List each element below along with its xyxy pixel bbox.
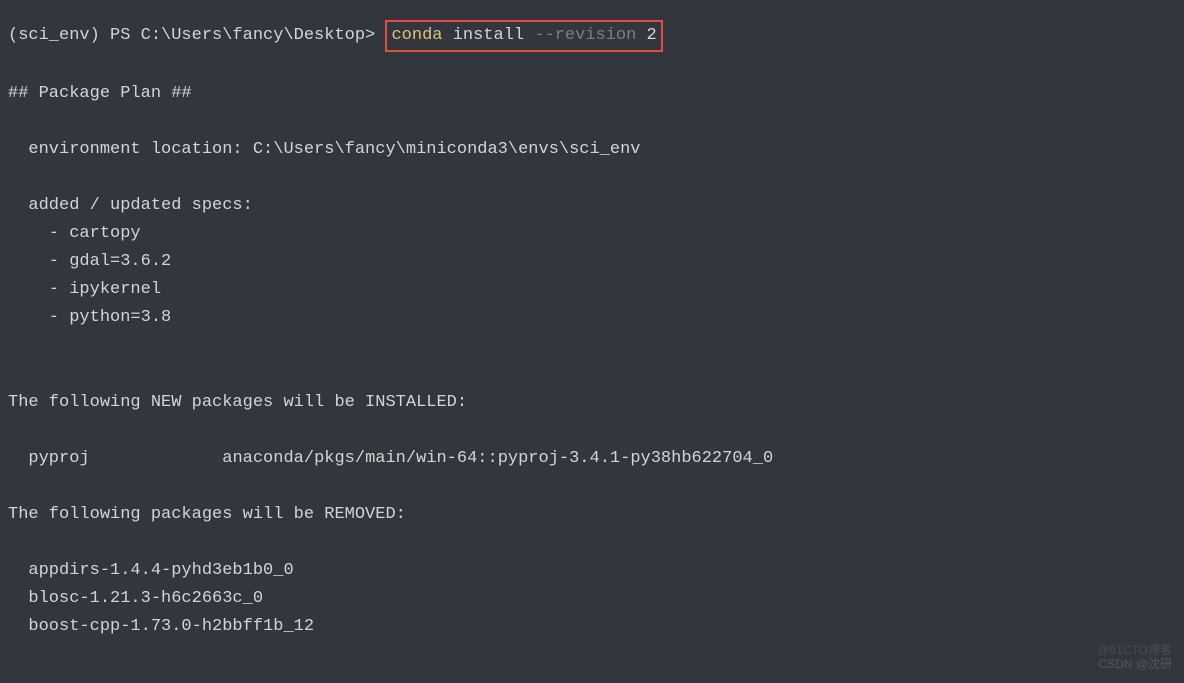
new-packages-header: The following NEW packages will be INSTA… [8, 389, 1176, 417]
padding [90, 449, 223, 468]
removed-package: boost-cpp-1.73.0-h2bbff1b_12 [8, 613, 1176, 641]
specs-header: added / updated specs: [8, 192, 1176, 220]
plan-header: ## Package Plan ## [8, 80, 1176, 108]
package-source: anaconda/pkgs/main/win-64::pyproj-3.4.1-… [222, 449, 773, 468]
watermark-primary: CSDN @沈研 [1098, 655, 1172, 675]
blank-line [8, 108, 1176, 136]
spec-item: - cartopy [8, 220, 1176, 248]
command-arg: 2 [647, 26, 657, 45]
package-name: pyproj [8, 449, 90, 468]
prompt-line[interactable]: (sci_env) PS C:\Users\fancy\Desktop> con… [8, 20, 1176, 52]
spec-item: - gdal=3.6.2 [8, 248, 1176, 276]
removed-package: blosc-1.21.3-h6c2663c_0 [8, 585, 1176, 613]
command-flag: --revision [534, 26, 636, 45]
env-location-label: environment location: [8, 140, 253, 159]
removed-package: appdirs-1.4.4-pyhd3eb1b0_0 [8, 557, 1176, 585]
env-location-line: environment location: C:\Users\fancy\min… [8, 136, 1176, 164]
spec-item: - ipykernel [8, 276, 1176, 304]
blank-line [8, 333, 1176, 361]
blank-line [8, 52, 1176, 80]
blank-line [8, 473, 1176, 501]
prompt-text: (sci_env) PS C:\Users\fancy\Desktop> [8, 26, 385, 45]
env-location-value: C:\Users\fancy\miniconda3\envs\sci_env [253, 140, 641, 159]
blank-line [8, 417, 1176, 445]
command-name: conda [391, 26, 442, 45]
command-sub: install [453, 26, 524, 45]
new-package-line: pyproj anaconda/pkgs/main/win-64::pyproj… [8, 445, 1176, 473]
spec-item: - python=3.8 [8, 304, 1176, 332]
blank-line [8, 529, 1176, 557]
blank-line [8, 361, 1176, 389]
blank-line [8, 164, 1176, 192]
removed-header: The following packages will be REMOVED: [8, 501, 1176, 529]
command-highlight-box: conda install --revision 2 [385, 20, 662, 52]
